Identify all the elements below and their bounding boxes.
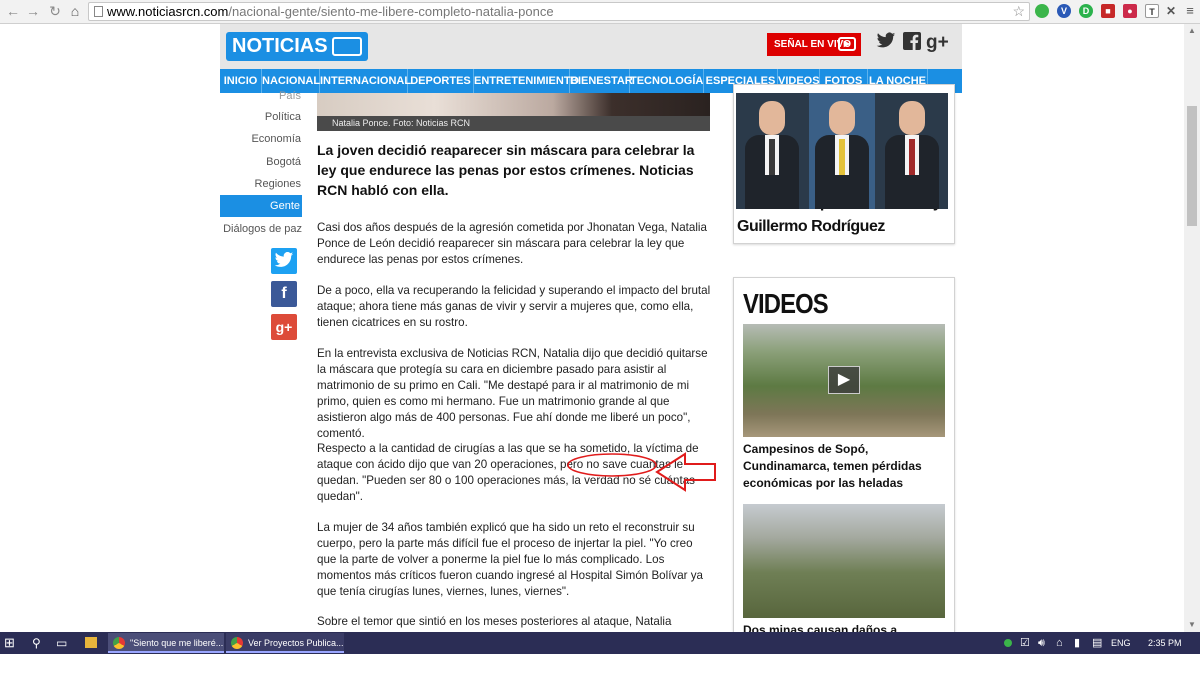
bookmark-star-icon[interactable]: ☆ <box>1012 3 1025 20</box>
menu-item-bienestar[interactable]: BIENESTAR <box>570 69 633 93</box>
t-extension-icon[interactable]: T <box>1145 4 1159 18</box>
menu-item-tecnologia[interactable]: TECNOLOGÍA <box>630 69 704 93</box>
chrome-icon <box>113 637 125 649</box>
subnav-item-bogota[interactable]: Bogotá <box>266 156 301 168</box>
subnav-item-politica[interactable]: Política <box>265 111 301 123</box>
address-bar[interactable]: www.noticiasrcn.com/nacional-gente/sient… <box>88 2 1030 21</box>
google-plus-icon[interactable]: g+ <box>926 32 949 54</box>
v-extension-icon[interactable]: V <box>1057 4 1071 18</box>
scroll-up-icon[interactable]: ▲ <box>1187 26 1197 36</box>
rcn-logo-icon <box>332 37 362 56</box>
windows-taskbar: ⊞ ⚲ ▭ "Siento que me liberé... Ver Proye… <box>0 632 1200 654</box>
clock[interactable]: 2:35 PM <box>1148 632 1182 654</box>
subnav-item-economia[interactable]: Economía <box>251 133 301 145</box>
annotation-ellipse-icon <box>567 453 657 477</box>
site-header: NOTICIAS SEÑAL EN VIVO ▶ g+ <box>220 24 962 69</box>
reload-icon[interactable]: ↻ <box>46 2 64 20</box>
taskbar-item-label: Ver Proyectos Publica... <box>248 638 344 648</box>
notification-icon[interactable]: ▤ <box>1092 632 1102 654</box>
taskbar-item-chrome-active[interactable]: "Siento que me liberé... <box>108 633 224 653</box>
taskbar-item-label: "Siento que me liberé... <box>130 638 224 648</box>
windows-start-icon[interactable]: ⊞ <box>4 632 18 654</box>
search-icon[interactable]: ⚲ <box>32 632 41 654</box>
share-google-plus-icon[interactable]: g+ <box>271 314 297 340</box>
stop-extension-icon[interactable]: ■ <box>1101 4 1115 18</box>
logo-text: NOTICIAS <box>232 35 328 57</box>
facebook-icon[interactable] <box>901 32 923 54</box>
annotation-arrow-icon <box>655 452 716 492</box>
video-title[interactable]: Dos minas causan daños a páramos de <box>743 622 948 632</box>
anchors-photo <box>736 93 948 209</box>
article-lead: La joven decidió reaparecer sin máscara … <box>317 142 695 198</box>
article-paragraph: De a poco, ella va recuperando la felici… <box>317 284 711 329</box>
network-icon[interactable]: ⌂ <box>1056 632 1063 654</box>
taskbar-item-chrome[interactable]: Ver Proyectos Publica... <box>226 633 344 653</box>
article-paragraph: En la entrevista exclusiva de Noticias R… <box>317 347 708 440</box>
status-green-icon[interactable] <box>1004 639 1012 647</box>
subnav-item-gente[interactable]: Gente <box>220 195 302 217</box>
back-icon[interactable]: ← <box>4 2 22 20</box>
checkbox-tray-icon[interactable]: ☑ <box>1020 632 1030 654</box>
subnav-item-pais[interactable]: País <box>279 90 301 102</box>
video-thumbnail[interactable] <box>743 504 945 618</box>
menu-item-inicio[interactable]: INICIO <box>220 69 262 93</box>
scroll-thumb[interactable] <box>1187 106 1197 226</box>
photo-caption: Natalia Ponce. Foto: Noticias RCN <box>317 116 710 131</box>
language-indicator[interactable]: ENG <box>1111 632 1131 654</box>
file-explorer-icon[interactable] <box>85 637 97 648</box>
volume-icon[interactable]: 🔊︎ <box>1038 632 1045 654</box>
subnav-item-regiones[interactable]: Regiones <box>255 178 301 190</box>
menu-item-internacional[interactable]: INTERNACIONAL <box>320 69 411 93</box>
article-paragraph: Sobre el temor que sintió en los meses p… <box>317 615 672 632</box>
scrollbar[interactable]: ▲ ▼ <box>1184 24 1200 632</box>
menu-item-deportes[interactable]: DEPORTES <box>408 69 474 93</box>
menu-icon[interactable]: ≡ <box>1183 4 1197 18</box>
red-extension-icon[interactable]: ● <box>1123 4 1137 18</box>
live-signal-button[interactable]: SEÑAL EN VIVO ▶ <box>767 33 861 56</box>
browser-toolbar: ← → ↻ ⌂ www.noticiasrcn.com/nacional-gen… <box>0 0 1200 24</box>
subnav-item-dialogos[interactable]: Diálogos de paz <box>223 223 302 235</box>
forward-icon[interactable]: → <box>24 2 42 20</box>
article-paragraph: La mujer de 34 años también explicó que … <box>317 521 703 598</box>
site-logo[interactable]: NOTICIAS <box>226 32 368 61</box>
videos-title: VIDEOS <box>743 288 829 319</box>
green-circle-icon[interactable] <box>1035 4 1049 18</box>
video-title[interactable]: Campesinos de Sopó, Cundinamarca, temen … <box>743 441 948 492</box>
share-twitter-icon[interactable] <box>271 248 297 274</box>
below-taskbar-area <box>0 654 1200 675</box>
task-view-icon[interactable]: ▭ <box>56 632 67 654</box>
url-path: /nacional-gente/siento-me-libere-complet… <box>228 4 554 19</box>
share-facebook-icon[interactable]: f <box>271 281 297 307</box>
play-icon: ▶ <box>838 37 856 51</box>
d-extension-icon[interactable]: D <box>1079 4 1093 18</box>
url-host: www.noticiasrcn.com <box>107 4 229 19</box>
video-thumbnail[interactable]: ▶ <box>743 324 945 437</box>
tools-icon[interactable]: ✕ <box>1164 4 1178 18</box>
play-icon[interactable]: ▶ <box>828 366 860 394</box>
page-icon <box>94 6 103 17</box>
web-page: NOTICIAS SEÑAL EN VIVO ▶ g+ INICIO NACIO… <box>0 24 1184 632</box>
twitter-icon[interactable] <box>875 32 897 54</box>
chrome-icon <box>231 637 243 649</box>
home-icon[interactable]: ⌂ <box>66 2 84 20</box>
battery-icon[interactable]: ▮ <box>1074 632 1080 654</box>
scroll-down-icon[interactable]: ▼ <box>1187 620 1197 630</box>
menu-item-entretenimiento[interactable]: ENTRETENIMIENTO <box>474 69 579 93</box>
article-paragraph: Casi dos años después de la agresión com… <box>317 221 707 266</box>
